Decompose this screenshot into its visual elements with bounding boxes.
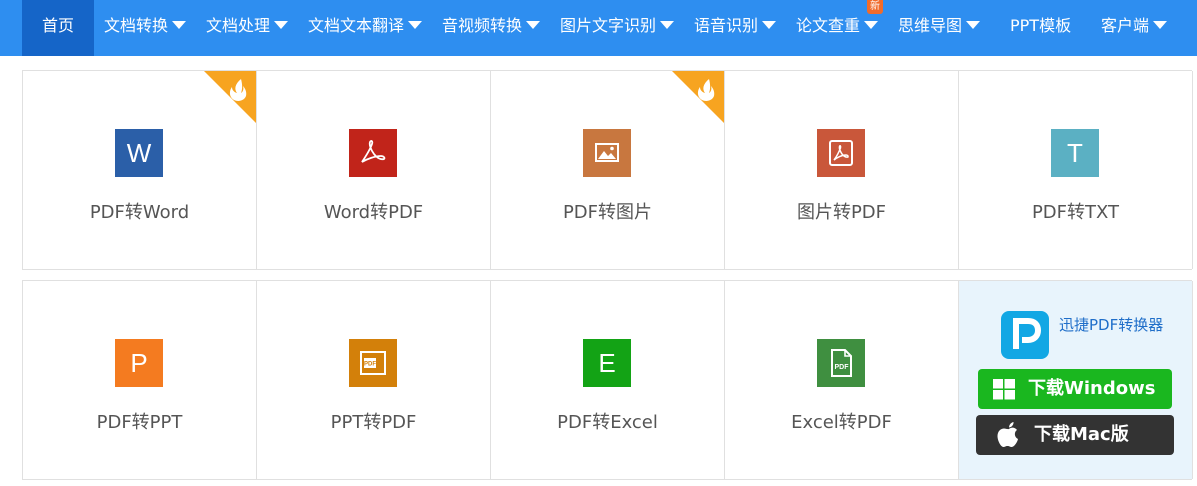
- nav-label: 文档转换: [104, 16, 169, 35]
- apple-icon: [997, 422, 1018, 447]
- tool-excel-to-pdf[interactable]: PDF Excel转PDF: [725, 281, 959, 479]
- nav-item-av-convert[interactable]: 音视频转换: [442, 0, 541, 56]
- nav-label: PPT模板: [1010, 16, 1072, 35]
- excel-icon: E: [583, 339, 631, 387]
- caret-down-icon: [1153, 20, 1168, 29]
- tool-pdf-to-image[interactable]: PDF转图片: [491, 71, 725, 269]
- pdf-file-icon: PDF: [817, 339, 865, 387]
- caret-down-icon: [172, 20, 187, 29]
- svg-text:PDF: PDF: [364, 362, 376, 368]
- tool-row: P PDF转PPT PDF PPT转PDF E PDF转Excel PDF Ex…: [22, 280, 1193, 480]
- tool-label: PDF转Word: [89, 202, 190, 223]
- top-nav: 首页 文档转换 文档处理 文档文本翻译 音视频转换 图片文字识别 语音识别 论文…: [0, 0, 1197, 56]
- tool-image-to-pdf[interactable]: 图片转PDF: [725, 71, 959, 269]
- hot-flame-icon: [204, 71, 256, 123]
- ppt-pdf-icon: PDF: [349, 339, 397, 387]
- tool-label: Word转PDF: [323, 202, 424, 223]
- tool-pdf-to-excel[interactable]: E PDF转Excel: [491, 281, 725, 479]
- caret-down-icon: [864, 20, 879, 29]
- nav-item-doc-process[interactable]: 文档处理: [206, 0, 289, 56]
- tool-pdf-to-txt[interactable]: T PDF转TXT: [959, 71, 1193, 269]
- tool-ppt-to-pdf[interactable]: PDF PPT转PDF: [257, 281, 491, 479]
- nav-label: 图片文字识别: [560, 16, 657, 35]
- nav-label: 音视频转换: [442, 16, 523, 35]
- nav-label: 首页: [41, 16, 74, 35]
- powerpoint-icon: P: [115, 339, 163, 387]
- tool-label: 图片转PDF: [796, 202, 887, 223]
- tool-label: PDF转PPT: [96, 412, 183, 433]
- caret-down-icon: [966, 20, 981, 29]
- hot-flame-icon: [672, 71, 724, 123]
- caret-down-icon: [762, 20, 777, 29]
- nav-label: 文档处理: [206, 16, 271, 35]
- app-logo-icon: [1001, 311, 1049, 359]
- word-icon: W: [115, 129, 163, 177]
- tool-label: PDF转TXT: [1031, 202, 1120, 223]
- tool-pdf-to-ppt[interactable]: P PDF转PPT: [23, 281, 257, 479]
- windows-icon: [993, 379, 1015, 400]
- text-icon: T: [1051, 129, 1099, 177]
- nav-item-plagiarism[interactable]: 论文查重: [796, 0, 879, 56]
- nav-item-doc-convert[interactable]: 文档转换: [104, 0, 187, 56]
- nav-label: 语音识别: [694, 16, 759, 35]
- nav-item-client[interactable]: 客户端: [1101, 0, 1168, 56]
- download-mac-label: 下载Mac版: [1034, 424, 1129, 445]
- download-panel: 迅捷PDF转换器 下载Windows版 下载Mac版: [959, 281, 1193, 479]
- acrobat-icon: [349, 129, 397, 177]
- caret-down-icon: [408, 20, 423, 29]
- tool-label: PDF转图片: [562, 202, 653, 223]
- download-windows-button[interactable]: 下载Windows版: [978, 369, 1172, 439]
- nav-label: 思维导图: [898, 16, 963, 35]
- nav-label: 文档文本翻译: [308, 16, 405, 35]
- nav-item-mindmap[interactable]: 思维导图: [898, 0, 981, 56]
- nav-label: 论文查重: [796, 16, 861, 35]
- nav-item-ppt-template[interactable]: PPT模板: [1010, 0, 1071, 56]
- tool-label: PPT转PDF: [330, 412, 417, 433]
- nav-label: 客户端: [1101, 16, 1150, 35]
- nav-item-translate[interactable]: 文档文本翻译: [308, 0, 423, 56]
- acrobat-framed-icon: [817, 129, 865, 177]
- nav-item-ocr[interactable]: 图片文字识别: [560, 0, 675, 56]
- tool-row: W PDF转Word Word转PDF PDF转图片 图片转PDF T PDF转…: [22, 70, 1193, 270]
- nav-item-speech[interactable]: 语音识别: [694, 0, 777, 56]
- image-icon: [583, 129, 631, 177]
- tool-pdf-to-word[interactable]: W PDF转Word: [23, 71, 257, 269]
- nav-item-home[interactable]: 首页: [22, 0, 94, 56]
- caret-down-icon: [526, 20, 541, 29]
- caret-down-icon: [660, 20, 675, 29]
- svg-text:PDF: PDF: [835, 364, 850, 371]
- app-name: 迅捷PDF转换器: [1059, 316, 1164, 334]
- new-badge: 新: [867, 0, 883, 14]
- tool-word-to-pdf[interactable]: Word转PDF: [257, 71, 491, 269]
- tool-label: Excel转PDF: [791, 412, 892, 433]
- download-mac-button[interactable]: 下载Mac版: [976, 415, 1174, 455]
- caret-down-icon: [274, 20, 289, 29]
- tool-label: PDF转Excel: [557, 412, 658, 433]
